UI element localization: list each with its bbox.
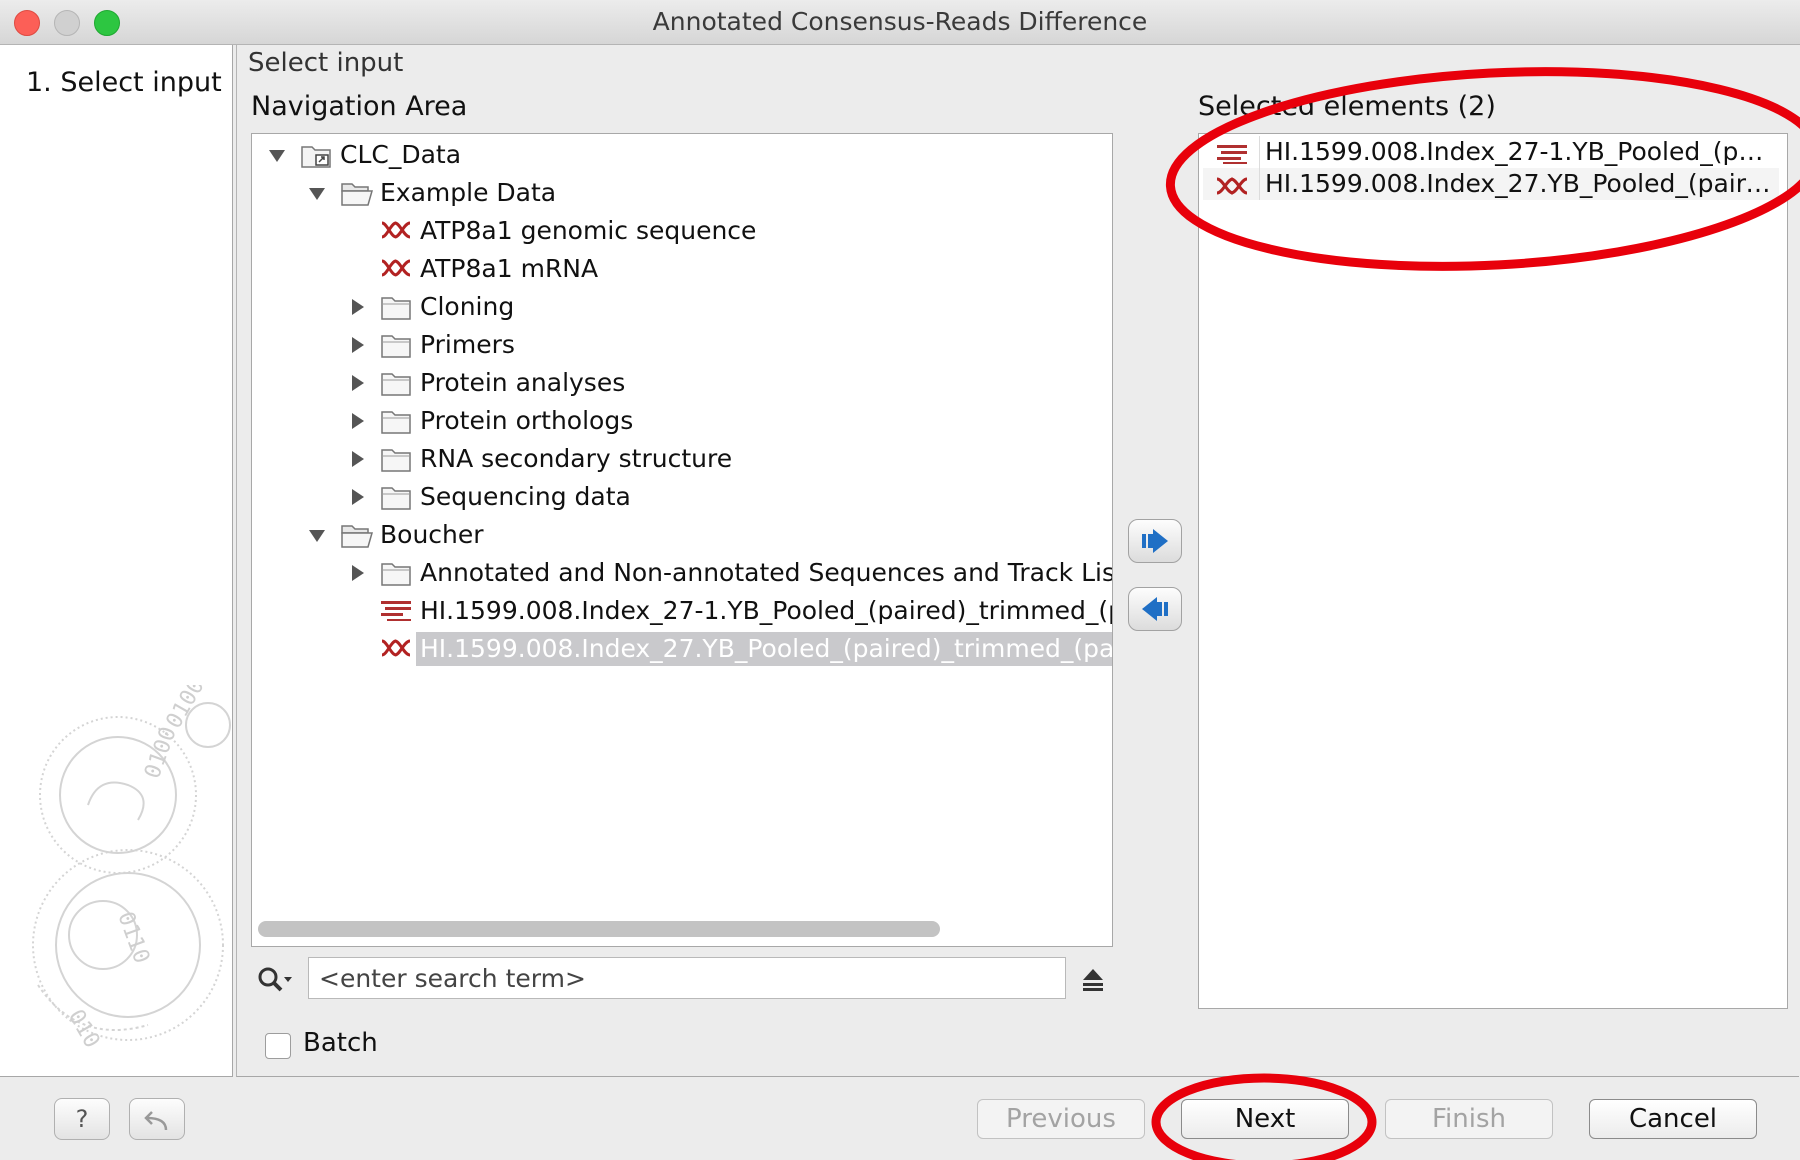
folder-open-icon xyxy=(340,521,374,558)
selected-item-label: HI.1599.008.Index_27-1.YB_Pooled_(pai... xyxy=(1265,137,1775,166)
folder-icon xyxy=(380,369,412,406)
help-button[interactable]: ? xyxy=(54,1098,110,1140)
navigation-area-title: Navigation Area xyxy=(251,91,468,122)
selected-elements-list[interactable]: HI.1599.008.Index_27-1.YB_Pooled_(pai...… xyxy=(1198,133,1788,1009)
tree-node[interactable]: Annotated and Non-annotated Sequences an… xyxy=(260,556,1113,590)
reset-defaults-button[interactable] xyxy=(129,1098,185,1140)
tree-node[interactable]: RNA secondary structure xyxy=(260,442,1110,476)
database-folder-icon xyxy=(300,141,332,178)
search-options-icon[interactable] xyxy=(256,965,296,999)
navigation-tree[interactable]: CLC_Data Example Data ATP8a1 genomic seque… xyxy=(251,133,1113,947)
tree-node[interactable]: Cloning xyxy=(260,290,1110,324)
collapsed-triangle-icon[interactable] xyxy=(346,442,370,476)
folder-icon xyxy=(380,331,412,368)
tree-node[interactable]: HI.1599.008.Index_27-1.YB_Pooled_(paired… xyxy=(260,594,1113,628)
clc-logo-watermark-icon: 0100 0110 010 0100 xyxy=(32,685,231,1053)
tree-node-label: Cloning xyxy=(420,292,515,321)
cancel-button[interactable]: Cancel xyxy=(1589,1099,1757,1139)
tree-node-label: ATP8a1 mRNA xyxy=(420,254,599,283)
svg-text:010: 010 xyxy=(63,1006,105,1053)
folder-icon xyxy=(380,407,412,444)
search-input[interactable] xyxy=(308,957,1066,999)
tree-node-label: RNA secondary structure xyxy=(420,444,733,473)
folder-icon xyxy=(380,559,412,596)
sequence-icon xyxy=(380,635,412,670)
sequence-icon xyxy=(380,255,412,290)
step-select-input[interactable]: 1. Select input xyxy=(26,67,222,98)
selected-elements-title: Selected elements (2) xyxy=(1198,91,1496,122)
tree-node[interactable]: Boucher xyxy=(260,518,1110,552)
reads-track-icon xyxy=(1215,141,1249,168)
svg-text:0100: 0100 xyxy=(140,724,182,782)
previous-button[interactable]: Previous xyxy=(977,1099,1145,1139)
collapsed-triangle-icon[interactable] xyxy=(346,366,370,400)
tree-node[interactable]: Primers xyxy=(260,328,1110,362)
finish-button[interactable]: Finish xyxy=(1385,1099,1553,1139)
tree-node-label: Primers xyxy=(420,330,515,359)
horizontal-scrollbar-thumb[interactable] xyxy=(258,921,940,937)
tree-node[interactable]: ATP8a1 genomic sequence xyxy=(260,214,1110,248)
tree-node-label: HI.1599.008.Index_27.YB_Pooled_(paired)_… xyxy=(416,632,1112,666)
title-bar: Annotated Consensus-Reads Difference xyxy=(0,0,1800,45)
collapse-panel-icon[interactable] xyxy=(1080,966,1106,996)
tree-node[interactable]: Protein analyses xyxy=(260,366,1110,400)
selected-item[interactable]: HI.1599.008.Index_27.YB_Pooled_(paire... xyxy=(1203,168,1779,200)
collapsed-triangle-icon[interactable] xyxy=(346,404,370,438)
svg-text:0100: 0100 xyxy=(162,685,210,733)
tree-node[interactable]: Protein orthologs xyxy=(260,404,1110,438)
tree-node[interactable]: ATP8a1 mRNA xyxy=(260,252,1110,286)
sequence-icon xyxy=(1215,173,1249,200)
window-title: Annotated Consensus-Reads Difference xyxy=(652,7,1148,36)
tree-node-label: HI.1599.008.Index_27-1.YB_Pooled_(paired… xyxy=(420,596,1113,625)
tree-node-label: CLC_Data xyxy=(340,140,462,169)
selected-item-label: HI.1599.008.Index_27.YB_Pooled_(paire... xyxy=(1265,169,1775,198)
folder-icon xyxy=(380,483,412,520)
tree-node-label: Protein orthologs xyxy=(420,406,634,435)
tree-node-label: Protein analyses xyxy=(420,368,626,397)
batch-checkbox[interactable] xyxy=(265,1033,291,1059)
expanded-triangle-icon[interactable] xyxy=(306,176,330,210)
folder-icon xyxy=(380,293,412,330)
remove-from-selection-button[interactable] xyxy=(1128,587,1182,631)
collapsed-triangle-icon[interactable] xyxy=(346,290,370,324)
arrow-left-icon xyxy=(1142,597,1168,621)
undo-arrow-icon xyxy=(144,1111,168,1131)
tree-node-label: Annotated and Non-annotated Sequences an… xyxy=(420,558,1113,587)
add-to-selection-button[interactable] xyxy=(1128,519,1182,563)
panel-heading: Select input xyxy=(248,48,404,78)
collapsed-triangle-icon[interactable] xyxy=(346,328,370,362)
folder-open-icon xyxy=(340,179,374,216)
sequence-icon xyxy=(380,217,412,252)
tree-node[interactable]: HI.1599.008.Index_27.YB_Pooled_(paired)_… xyxy=(260,632,1112,666)
tree-node-label: Example Data xyxy=(380,178,557,207)
tree-node-label: Sequencing data xyxy=(420,482,631,511)
next-button[interactable]: Next xyxy=(1181,1099,1349,1139)
tree-node[interactable]: Example Data xyxy=(260,176,1110,210)
batch-label: Batch xyxy=(303,1028,378,1058)
arrow-right-icon xyxy=(1142,529,1168,553)
wizard-steps-panel: 1. Select input 0100 0110 010 0100 xyxy=(0,45,233,1077)
expanded-triangle-icon[interactable] xyxy=(266,138,290,172)
tree-node-label: Boucher xyxy=(380,520,484,549)
svg-text:0110: 0110 xyxy=(112,909,154,967)
selected-item[interactable]: HI.1599.008.Index_27-1.YB_Pooled_(pai... xyxy=(1203,136,1779,168)
reads-track-icon xyxy=(380,597,412,632)
collapsed-triangle-icon[interactable] xyxy=(346,480,370,514)
tree-node-label: ATP8a1 genomic sequence xyxy=(420,216,757,245)
expanded-triangle-icon[interactable] xyxy=(306,518,330,552)
tree-node[interactable]: Sequencing data xyxy=(260,480,1110,514)
tree-node[interactable]: CLC_Data xyxy=(260,138,1110,172)
collapsed-triangle-icon[interactable] xyxy=(346,556,370,590)
folder-icon xyxy=(380,445,412,482)
